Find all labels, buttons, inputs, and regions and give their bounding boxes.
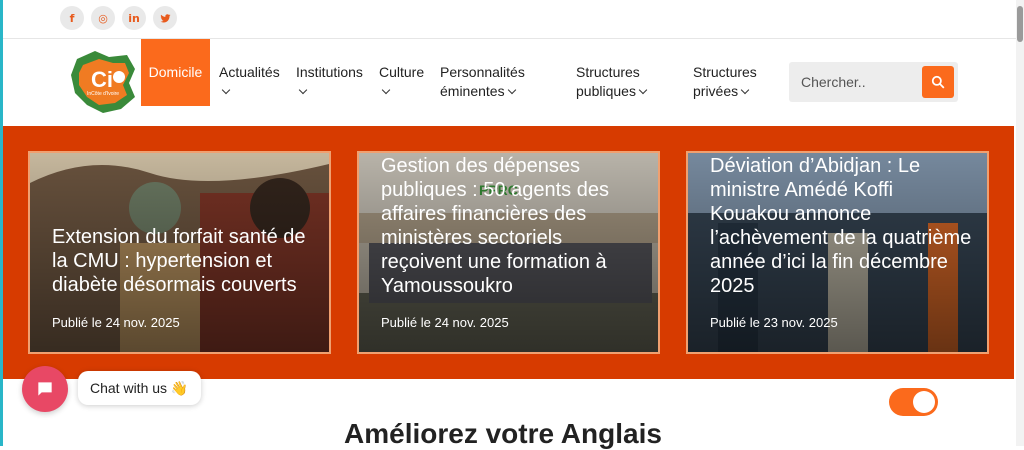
news-card-date: Publié le 24 nov. 2025 — [52, 315, 180, 330]
section-title: Améliorez votre Anglais — [344, 418, 662, 449]
page-scrollbar[interactable] — [1016, 0, 1024, 446]
site-logo[interactable]: Ci InCôte d'Ivoire — [69, 49, 139, 115]
top-bar: f ◎ in — [3, 0, 1016, 39]
chat-launcher-button[interactable] — [22, 366, 68, 412]
toggle-knob — [913, 391, 935, 413]
news-card[interactable]: PPRC Gestion des dépenses publiques : 50… — [357, 151, 660, 354]
chevron-down-icon — [638, 85, 648, 95]
svg-text:Ci: Ci — [91, 67, 113, 92]
facebook-icon[interactable]: f — [60, 6, 84, 30]
linkedin-icon[interactable]: in — [122, 6, 146, 30]
search-input[interactable]: Chercher.. — [801, 74, 866, 90]
scrollbar-thumb[interactable] — [1017, 6, 1023, 42]
news-card-date: Publié le 24 nov. 2025 — [381, 315, 509, 330]
news-card[interactable]: Extension du forfait santé de la CMU : h… — [28, 151, 331, 354]
hero-news-section: Extension du forfait santé de la CMU : h… — [3, 126, 1014, 379]
news-card-title[interactable]: Gestion des dépenses publiques : 50 agen… — [381, 154, 646, 298]
chat-prompt[interactable]: Chat with us 👋 — [78, 371, 201, 405]
chevron-down-icon — [507, 85, 516, 95]
nav-personnalites[interactable]: Personnalités éminentes — [440, 63, 525, 101]
nav-structures-publiques[interactable]: Structures publiques — [576, 63, 648, 101]
search-icon — [931, 75, 945, 89]
chevron-down-icon — [221, 85, 231, 95]
news-card[interactable]: Déviation d’Abidjan : Le ministre Amédé … — [686, 151, 989, 354]
search-button[interactable] — [922, 66, 954, 98]
twitter-icon[interactable] — [153, 6, 177, 30]
nav-institutions[interactable]: Institutions — [296, 63, 363, 101]
news-card-title[interactable]: Extension du forfait santé de la CMU : h… — [52, 225, 317, 297]
nav-actualites[interactable]: Actualités — [219, 63, 280, 101]
chevron-down-icon — [298, 85, 308, 95]
nav-domicile[interactable]: Domicile — [141, 39, 210, 106]
news-card-title[interactable]: Déviation d’Abidjan : Le ministre Amédé … — [710, 154, 975, 298]
chevron-down-icon — [381, 85, 391, 95]
chat-icon — [38, 382, 52, 396]
nav-culture[interactable]: Culture — [379, 63, 424, 101]
instagram-icon[interactable]: ◎ — [91, 6, 115, 30]
site-header: Ci InCôte d'Ivoire Domicile Actualités I… — [3, 39, 1016, 126]
chevron-down-icon — [740, 85, 750, 95]
theme-toggle[interactable] — [889, 388, 938, 416]
news-card-date: Publié le 23 nov. 2025 — [710, 315, 838, 330]
nav-structures-privees[interactable]: Structures privées — [693, 63, 757, 101]
logo-caption: InCôte d'Ivoire — [87, 91, 120, 97]
search-box: Chercher.. — [789, 62, 958, 102]
